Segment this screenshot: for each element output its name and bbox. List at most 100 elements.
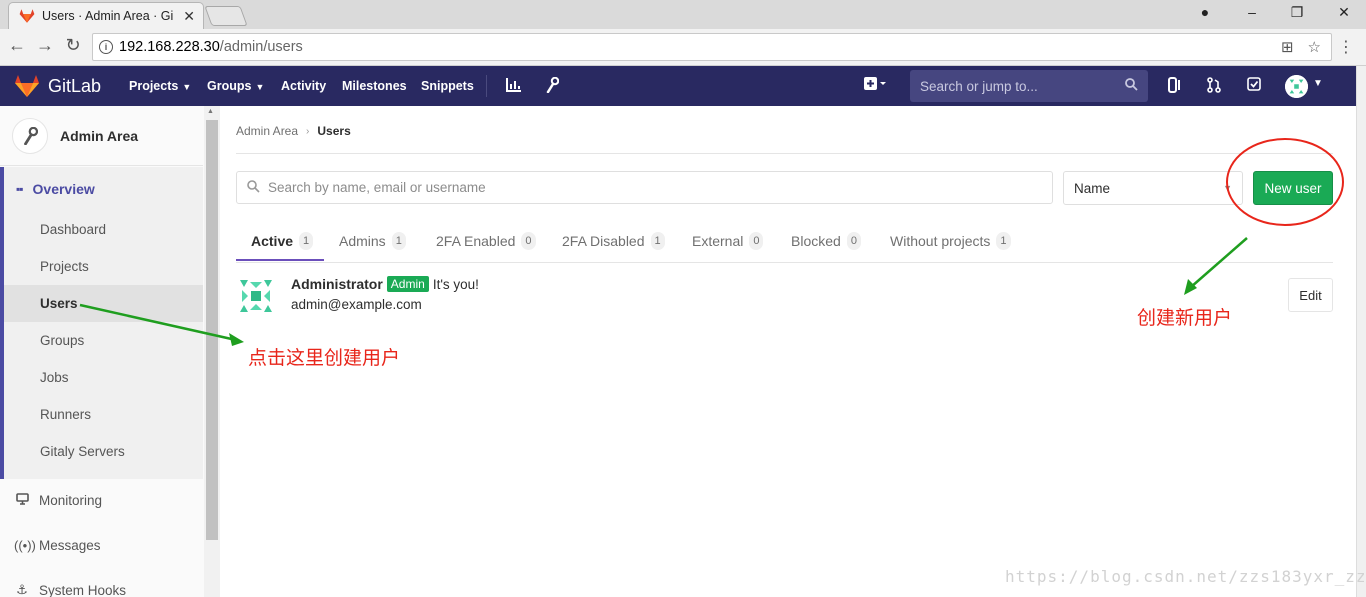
sidebar-item-messages[interactable]: ((•)) Messages bbox=[14, 538, 101, 553]
todo-check-icon[interactable] bbox=[1247, 77, 1261, 95]
search-icon bbox=[1125, 78, 1138, 94]
sidebar-overview-group: ▪▪ Overview Dashboard Projects Users Gro… bbox=[0, 167, 203, 479]
gitlab-logo-icon[interactable] bbox=[14, 74, 40, 98]
tab-active[interactable]: Active 1 bbox=[251, 218, 314, 263]
hook-icon: ⚓ bbox=[16, 582, 28, 597]
search-icon bbox=[247, 179, 260, 196]
tab-blocked-label: Blocked bbox=[791, 232, 841, 249]
gitlab-brand[interactable]: GitLab bbox=[48, 76, 101, 97]
bookmark-star-icon[interactable]: ☆ bbox=[1308, 38, 1321, 56]
page-scrollbar[interactable] bbox=[1356, 66, 1366, 597]
nav-projects[interactable]: Projects ▼ bbox=[129, 79, 191, 93]
url-path: /admin/users bbox=[219, 39, 303, 55]
sidebar-item-monitoring[interactable]: Monitoring bbox=[14, 493, 102, 508]
watermark: https://blog.csdn.net/zzs183yxr_zzs bbox=[1005, 567, 1366, 586]
avatar[interactable] bbox=[236, 276, 276, 316]
plus-square-icon[interactable] bbox=[864, 77, 886, 95]
tab-active-label: Active bbox=[251, 232, 294, 249]
minimize-icon[interactable]: – bbox=[1242, 4, 1262, 20]
browser-menu-icon[interactable]: ⋮ bbox=[1338, 37, 1354, 57]
wrench-icon bbox=[12, 117, 48, 154]
wrench-icon[interactable] bbox=[545, 76, 560, 97]
header-search[interactable] bbox=[910, 70, 1148, 102]
info-icon[interactable]: i bbox=[99, 40, 113, 54]
sidebar-system-hooks-label: System Hooks bbox=[39, 582, 127, 597]
nav-projects-label: Projects bbox=[129, 79, 179, 93]
url-host: 192.168.228.30 bbox=[119, 39, 220, 55]
close-icon[interactable]: ✕ bbox=[183, 8, 195, 25]
chevron-down-icon[interactable]: ▼ bbox=[1313, 78, 1323, 89]
scroll-up-icon[interactable]: ▲ bbox=[207, 108, 214, 115]
sidebar-active-highlight bbox=[4, 285, 203, 322]
nav-groups-label: Groups bbox=[207, 79, 252, 93]
sort-value: Name bbox=[1074, 180, 1111, 196]
user-name: Administrator Admin It's you! bbox=[291, 276, 479, 292]
forward-arrow-icon[interactable]: → bbox=[34, 35, 56, 56]
sidebar-item-groups[interactable]: Groups bbox=[40, 333, 84, 348]
tab-external[interactable]: External 0 bbox=[692, 218, 764, 263]
user-search-input[interactable] bbox=[268, 180, 1052, 195]
translate-icon[interactable]: ⊞ bbox=[1281, 38, 1294, 56]
tab-external-label: External bbox=[692, 232, 744, 249]
sidebar-messages-label: Messages bbox=[39, 538, 101, 553]
edit-user-button[interactable]: Edit bbox=[1288, 278, 1333, 312]
header-search-input[interactable] bbox=[920, 78, 1125, 94]
tab-count-badge: 1 bbox=[391, 231, 406, 250]
address-bar[interactable]: i 192.168.228.30 /admin/users ⊞ ☆ bbox=[92, 33, 1332, 61]
tab-2fa-disabled[interactable]: 2FA Disabled 1 bbox=[562, 218, 665, 263]
grid-icon: ▪▪ bbox=[16, 182, 23, 196]
sidebar-item-dashboard[interactable]: Dashboard bbox=[40, 222, 106, 237]
tab-admins[interactable]: Admins 1 bbox=[339, 218, 406, 263]
gitlab-favicon-icon bbox=[19, 9, 35, 23]
annotation-right: 创建新用户 bbox=[1137, 307, 1233, 329]
sidebar-item-gitaly-servers[interactable]: Gitaly Servers bbox=[40, 444, 125, 459]
tab-without-projects[interactable]: Without projects 1 bbox=[890, 218, 1011, 263]
its-you-label: It's you! bbox=[432, 276, 479, 292]
sidebar-monitoring-label: Monitoring bbox=[39, 493, 103, 508]
nav-activity[interactable]: Activity bbox=[281, 79, 326, 93]
sidebar-item-projects[interactable]: Projects bbox=[40, 259, 89, 274]
sidebar-item-system-hooks[interactable]: ⚓ System Hooks bbox=[14, 582, 126, 597]
chevron-down-icon: ▼ bbox=[255, 82, 265, 92]
main-content: Admin Area › Users Name ▼ New user Activ… bbox=[236, 106, 1333, 597]
new-tab-button[interactable] bbox=[204, 6, 248, 26]
sidebar-header[interactable]: Admin Area bbox=[0, 106, 203, 166]
sidebar-scrollbar-thumb[interactable] bbox=[206, 120, 218, 540]
breadcrumb: Admin Area › Users bbox=[236, 124, 351, 138]
back-arrow-icon[interactable]: ← bbox=[6, 35, 28, 56]
tab-count-badge: 1 bbox=[996, 231, 1011, 250]
browser-toolbar: ← → ↻ i 192.168.228.30 /admin/users ⊞ ☆ … bbox=[0, 29, 1366, 66]
tab-count-badge: 0 bbox=[846, 231, 861, 250]
tab-blocked[interactable]: Blocked 0 bbox=[791, 218, 861, 263]
admin-sidebar: Admin Area ▪▪ Overview Dashboard Project… bbox=[0, 106, 220, 597]
user-email[interactable]: admin@example.com bbox=[291, 297, 422, 312]
breadcrumb-admin-area[interactable]: Admin Area bbox=[236, 124, 298, 138]
sidebar-item-overview[interactable]: ▪▪ Overview bbox=[16, 181, 95, 197]
reload-icon[interactable]: ↻ bbox=[62, 35, 84, 56]
nav-milestones[interactable]: Milestones bbox=[342, 79, 407, 93]
nav-snippets[interactable]: Snippets bbox=[421, 79, 474, 93]
profile-icon[interactable]: ● bbox=[1195, 4, 1215, 20]
tab-2fa-disabled-label: 2FA Disabled bbox=[562, 232, 645, 249]
chart-icon[interactable] bbox=[506, 77, 522, 96]
tab-count-badge: 0 bbox=[749, 231, 764, 250]
breadcrumb-users[interactable]: Users bbox=[317, 124, 350, 138]
issues-icon[interactable] bbox=[1168, 77, 1182, 97]
user-avatar-menu[interactable] bbox=[1285, 75, 1308, 98]
chevron-down-icon: ▼ bbox=[1223, 183, 1232, 193]
sidebar-item-runners[interactable]: Runners bbox=[40, 407, 91, 422]
user-name-link[interactable]: Administrator bbox=[291, 276, 383, 292]
sidebar-item-users[interactable]: Users bbox=[40, 296, 78, 311]
window-close-icon[interactable]: ✕ bbox=[1334, 4, 1354, 21]
browser-tab[interactable]: Users · Admin Area · Gi ✕ bbox=[8, 2, 204, 29]
user-search[interactable] bbox=[236, 171, 1053, 204]
nav-groups[interactable]: Groups ▼ bbox=[207, 79, 264, 93]
sort-dropdown[interactable]: Name ▼ bbox=[1063, 171, 1243, 205]
sidebar-item-jobs[interactable]: Jobs bbox=[40, 370, 69, 385]
restore-icon[interactable]: ❐ bbox=[1287, 4, 1307, 21]
merge-request-icon[interactable] bbox=[1207, 77, 1221, 97]
new-user-button[interactable]: New user bbox=[1253, 171, 1333, 205]
breadcrumb-divider bbox=[236, 153, 1333, 154]
tab-count-badge: 1 bbox=[299, 231, 314, 250]
tab-2fa-enabled[interactable]: 2FA Enabled 0 bbox=[436, 218, 536, 263]
